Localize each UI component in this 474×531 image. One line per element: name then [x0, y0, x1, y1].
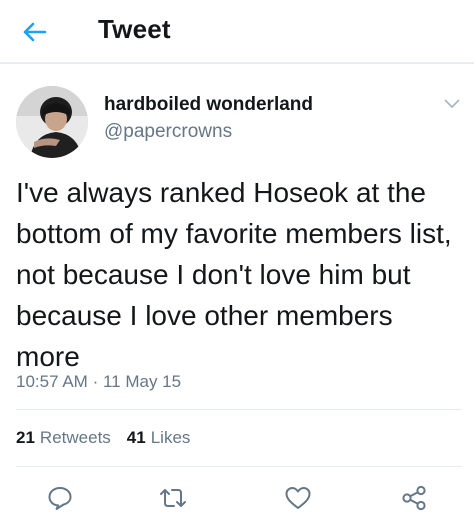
- share-button[interactable]: [398, 482, 430, 514]
- arrow-left-icon: [23, 22, 47, 42]
- tweet-date: 11 May 15: [102, 372, 182, 391]
- retweet-button[interactable]: [157, 482, 189, 514]
- divider: [16, 409, 462, 410]
- likes-count: 41: [126, 428, 146, 447]
- tweet-time: 10:57 AM: [16, 372, 88, 391]
- top-bar: Tweet: [0, 0, 474, 64]
- display-name[interactable]: hardboiled wonderland: [104, 94, 313, 116]
- chevron-down-icon: [444, 99, 460, 108]
- reply-button[interactable]: [44, 482, 76, 514]
- retweets-stat[interactable]: 21 Retweets: [16, 428, 111, 448]
- likes-stat[interactable]: 41 Likes: [127, 428, 191, 448]
- divider: [16, 466, 462, 467]
- retweets-label: Retweets: [39, 428, 111, 447]
- user-handle[interactable]: @papercrowns: [104, 121, 232, 143]
- retweets-count: 21: [16, 428, 35, 447]
- reply-icon: [48, 487, 72, 510]
- like-button[interactable]: [282, 482, 314, 514]
- page-title: Tweet: [98, 14, 171, 44]
- like-icon: [285, 487, 311, 509]
- tweet-stats: 21 Retweets 41 Likes: [16, 428, 190, 448]
- tweet-timestamp: 10:57 AM · 11 May 15: [16, 372, 181, 392]
- action-bar: [0, 478, 474, 518]
- timestamp-separator: ·: [92, 372, 99, 391]
- tweet-menu-button[interactable]: [440, 92, 464, 116]
- avatar[interactable]: [16, 86, 88, 158]
- share-icon: [402, 485, 426, 511]
- retweet-icon: [160, 489, 186, 507]
- back-button[interactable]: [18, 16, 50, 48]
- likes-label: Likes: [150, 428, 191, 447]
- avatar-image: [16, 86, 88, 158]
- tweet-text: I've always ranked Hoseok at the bottom …: [16, 177, 452, 372]
